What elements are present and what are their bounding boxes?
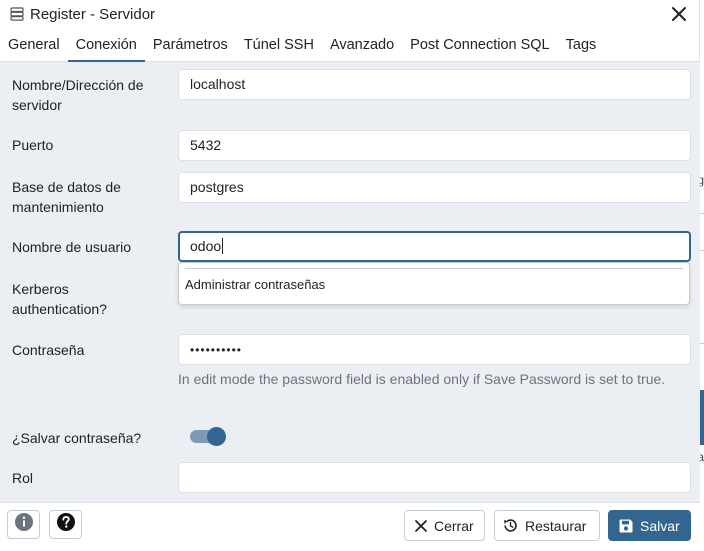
tab-parameters[interactable]: Parámetros xyxy=(145,30,236,62)
host-label: Nombre/Dirección de servidor xyxy=(12,77,144,113)
maintenance-db-label: Base de datos de mantenimiento xyxy=(12,179,121,215)
close-icon xyxy=(414,519,428,533)
username-input[interactable]: odoo xyxy=(178,231,691,262)
tab-ssh-tunnel[interactable]: Túnel SSH xyxy=(236,30,322,62)
tab-general[interactable]: General xyxy=(0,30,68,62)
reset-icon xyxy=(502,517,519,534)
password-hint: In edit mode the password field is enabl… xyxy=(178,371,666,387)
username-label: Nombre de usuario xyxy=(12,239,132,255)
tab-post-connection-sql[interactable]: Post Connection SQL xyxy=(402,30,557,62)
save-password-toggle[interactable] xyxy=(190,427,226,446)
text-caret xyxy=(222,238,224,254)
register-server-dialog: Register - Servidor General Conexión Par… xyxy=(0,0,700,551)
username-value: odoo xyxy=(190,238,222,254)
cancel-button[interactable]: Cerrar xyxy=(404,510,485,541)
password-label: Contraseña xyxy=(12,342,85,358)
tab-tags[interactable]: Tags xyxy=(558,30,605,62)
help-icon xyxy=(56,512,76,537)
info-button[interactable] xyxy=(7,510,40,539)
save-button-label: Salvar xyxy=(640,517,680,534)
manage-passwords-option[interactable]: Administrar contraseñas xyxy=(185,277,325,292)
kerberos-label: Kerberos authentication? xyxy=(12,281,107,317)
maintenance-db-input[interactable]: postgres xyxy=(178,172,691,203)
save-icon xyxy=(618,518,634,534)
dialog-footer: Cerrar Restaurar Salvar xyxy=(0,502,700,551)
tab-connection[interactable]: Conexión xyxy=(67,30,145,62)
close-icon[interactable] xyxy=(670,5,688,23)
server-icon xyxy=(10,7,24,21)
tab-advanced[interactable]: Avanzado xyxy=(322,30,402,62)
connection-form: Nombre/Dirección de servidor localhost P… xyxy=(0,62,700,502)
dialog-titlebar[interactable]: Register - Servidor xyxy=(0,0,700,28)
password-input[interactable]: •••••••••• xyxy=(178,334,691,365)
autocomplete-dropdown: Administrar contraseñas xyxy=(178,262,690,305)
toggle-knob xyxy=(207,427,226,446)
port-label: Puerto xyxy=(12,137,54,153)
info-icon xyxy=(14,512,34,537)
help-button[interactable] xyxy=(49,510,82,539)
save-password-label: ¿Salvar contraseña? xyxy=(12,430,142,446)
password-value: •••••••••• xyxy=(190,343,243,357)
reset-button[interactable]: Restaurar xyxy=(494,510,600,541)
reset-button-label: Restaurar xyxy=(525,517,587,534)
role-input[interactable] xyxy=(178,462,691,493)
cancel-button-label: Cerrar xyxy=(434,517,474,534)
dialog-tabs: General Conexión Parámetros Túnel SSH Av… xyxy=(0,30,700,62)
port-input[interactable]: 5432 xyxy=(178,130,691,161)
save-button[interactable]: Salvar xyxy=(608,510,691,541)
host-input[interactable]: localhost xyxy=(178,69,691,100)
role-label: Rol xyxy=(12,470,34,486)
dropdown-separator xyxy=(185,268,683,269)
dialog-title: Register - Servidor xyxy=(30,5,156,23)
